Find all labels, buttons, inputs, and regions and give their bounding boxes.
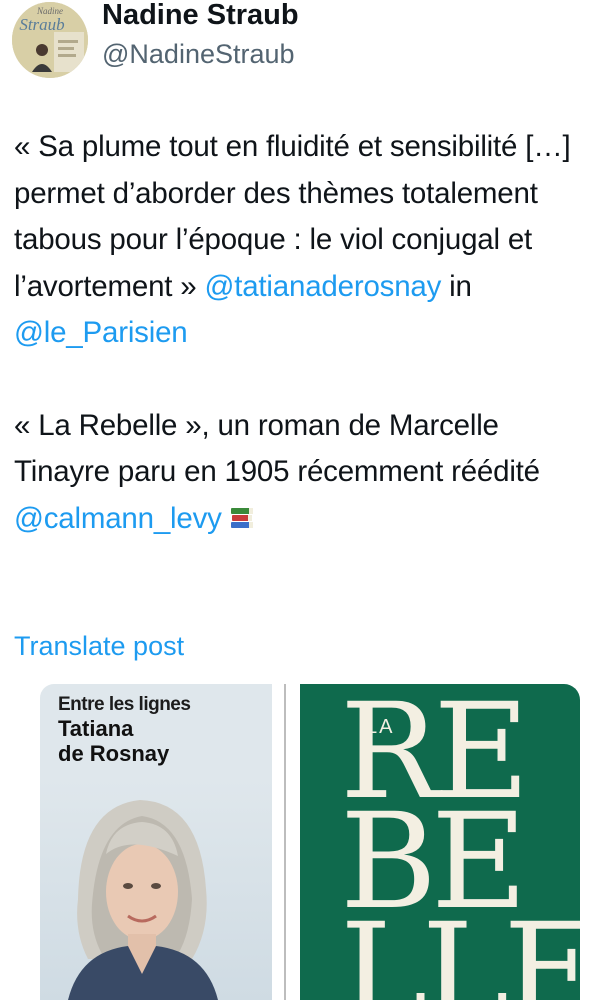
avatar-image-icon: Nadine Straub bbox=[12, 2, 88, 78]
tweet-paragraph-2: « La Rebelle », un roman de Marcelle Tin… bbox=[14, 403, 584, 547]
newspaper-clipping: Entre les lignes Tatiana de Rosnay bbox=[40, 684, 272, 1000]
author-portrait-icon bbox=[40, 779, 272, 1000]
mention-link-calmann-levy[interactable]: @calmann_levy bbox=[14, 502, 222, 535]
tweet-media-image[interactable]: Entre les lignes Tatiana de Rosnay LA RE… bbox=[40, 684, 580, 1000]
mention-link-tatianaderosnay[interactable]: @tatianaderosnay bbox=[204, 270, 441, 303]
tweet-text-rebelle: « La Rebelle », un roman de Marcelle Tin… bbox=[14, 408, 540, 489]
book-cover: LA RE BE LLE bbox=[300, 684, 580, 1000]
mention-link-le-parisien[interactable]: @le_Parisien bbox=[14, 316, 188, 349]
avatar[interactable]: Nadine Straub bbox=[12, 2, 88, 78]
image-divider bbox=[284, 684, 286, 1000]
svg-text:Straub: Straub bbox=[19, 15, 64, 34]
author-name[interactable]: Nadine Straub bbox=[102, 0, 299, 32]
tweet-text-in: in bbox=[441, 269, 472, 303]
book-title-line3: LLE bbox=[340, 895, 580, 1000]
author-handle[interactable]: @NadineStraub bbox=[102, 38, 295, 70]
translate-post-link[interactable]: Translate post bbox=[14, 628, 184, 664]
tweet-text: « Sa plume tout en fluidité et sensibili… bbox=[14, 124, 584, 546]
tweet-paragraph-1: « Sa plume tout en fluidité et sensibili… bbox=[14, 124, 584, 357]
books-emoji-icon bbox=[228, 500, 256, 547]
